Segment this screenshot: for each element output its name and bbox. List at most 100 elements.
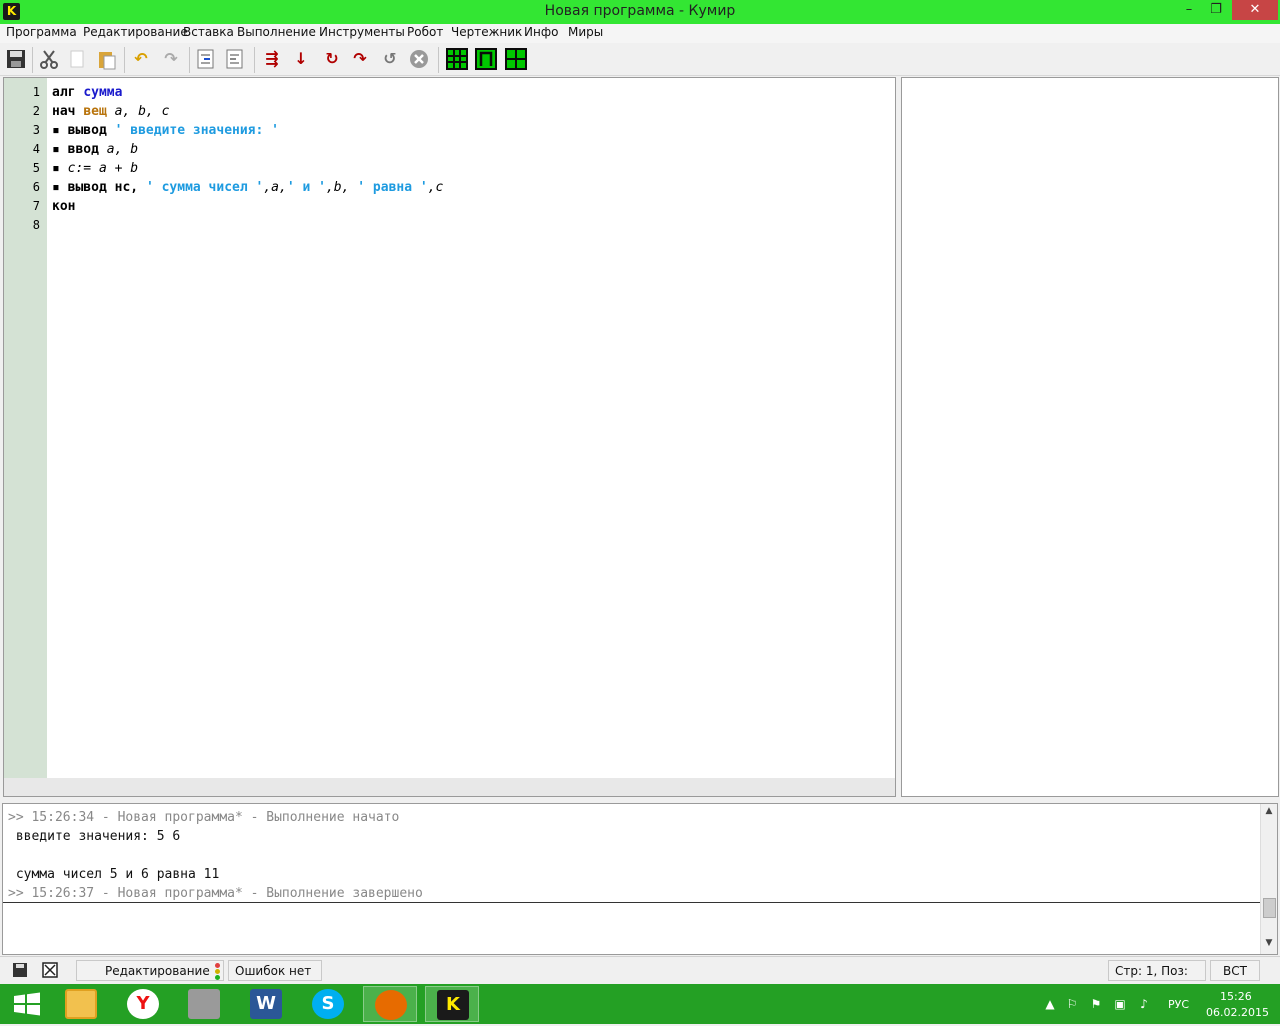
step-into-icon[interactable]: ↷ bbox=[349, 48, 371, 70]
paste-icon[interactable] bbox=[96, 48, 118, 70]
firefox-icon[interactable] bbox=[363, 986, 417, 1022]
status-bar: Редактирование Ошибок нет Стр: 1, Поз: 1… bbox=[0, 956, 1280, 999]
status-light-icon bbox=[213, 962, 221, 980]
copy-icon[interactable] bbox=[66, 48, 88, 70]
menu-program[interactable]: Программа bbox=[6, 25, 77, 39]
step-over-icon[interactable]: ↻ bbox=[321, 48, 343, 70]
menu-insert[interactable]: Вставка bbox=[183, 25, 234, 39]
line-number: 5 bbox=[32, 161, 40, 175]
clock-time[interactable]: 15:26 bbox=[1220, 990, 1252, 1003]
variables: a, b, c bbox=[114, 104, 170, 119]
string-literal: ' сумма чисел ' bbox=[145, 180, 264, 195]
undo-icon[interactable]: ↶ bbox=[130, 48, 152, 70]
menu-drawer[interactable]: Чертежник bbox=[451, 25, 522, 39]
output-console[interactable]: >> 15:26:34 - Новая программа* - Выполне… bbox=[2, 803, 1278, 955]
code-line: кон bbox=[52, 199, 75, 214]
menu-tools[interactable]: Инструменты bbox=[319, 25, 405, 39]
string-literal: ' и ' bbox=[286, 180, 326, 195]
variables: ,c bbox=[427, 180, 444, 195]
robot-field-icon[interactable] bbox=[446, 48, 468, 70]
keyword: вывод bbox=[67, 123, 107, 138]
menu-info[interactable]: Инфо bbox=[524, 25, 558, 39]
line-number: 8 bbox=[32, 218, 40, 232]
code-editor[interactable]: 1 2 3 4 5 6 7 8 алг сумма нач вещ a, b, … bbox=[3, 77, 896, 797]
menu-run[interactable]: Выполнение bbox=[237, 25, 316, 39]
code-line: ▪ ввод a, b bbox=[52, 142, 138, 157]
line-number-gutter: 1 2 3 4 5 6 7 8 bbox=[4, 78, 47, 778]
insert-mode-indicator: ВСТ bbox=[1210, 960, 1260, 981]
assignment-expression: c:= a + b bbox=[67, 161, 139, 176]
scroll-thumb[interactable] bbox=[1263, 898, 1276, 918]
line-number: 1 bbox=[32, 85, 40, 99]
kumir-icon[interactable]: K bbox=[425, 986, 479, 1022]
keyword: нач bbox=[52, 104, 76, 119]
console-line: введите значения: 5 6 bbox=[8, 829, 181, 844]
console-input-separator bbox=[3, 902, 1261, 903]
toolbar-separator bbox=[254, 47, 255, 73]
menu-edit[interactable]: Редактирование bbox=[83, 25, 188, 39]
console-vertical-scrollbar[interactable]: ▲ ▼ bbox=[1260, 804, 1277, 954]
toolbar-separator bbox=[124, 47, 125, 73]
tray-flag-icon[interactable]: ⚑ bbox=[1088, 996, 1104, 1012]
line-number: 7 bbox=[32, 199, 40, 213]
toolbar: ↶ ↷ ⇶ ↓ ↻ ↷ ↺ bbox=[0, 43, 1280, 76]
line-number: 6 bbox=[32, 180, 40, 194]
cursor-position: Стр: 1, Поз: 1 bbox=[1108, 960, 1206, 999]
drawer-icon[interactable] bbox=[475, 48, 497, 70]
toolbar-separator bbox=[189, 47, 190, 73]
string-literal: ' введите значения: ' bbox=[114, 123, 279, 138]
minimize-button[interactable]: – bbox=[1176, 0, 1202, 20]
keyword: алг bbox=[52, 85, 76, 100]
string-literal: ' равна ' bbox=[357, 180, 428, 195]
toolbar-separator bbox=[438, 47, 439, 73]
environment-pane[interactable] bbox=[901, 77, 1279, 797]
tray-monitor-icon[interactable]: ▣ bbox=[1112, 996, 1128, 1012]
skype-icon[interactable]: S bbox=[301, 986, 355, 1022]
algorithm-name: сумма bbox=[83, 85, 123, 100]
console-line: >> 15:26:34 - Новая программа* - Выполне… bbox=[8, 810, 400, 825]
variables: ,b, bbox=[325, 180, 350, 195]
mode-indicator: Редактирование bbox=[76, 960, 224, 981]
errors-indicator: Ошибок нет bbox=[228, 960, 322, 981]
scroll-down-arrow-icon[interactable]: ▼ bbox=[1261, 938, 1277, 952]
editor-horizontal-scrollbar[interactable] bbox=[4, 778, 895, 796]
line-number: 4 bbox=[32, 142, 40, 156]
save-icon[interactable] bbox=[5, 48, 27, 70]
save-status-icon[interactable] bbox=[11, 962, 29, 979]
file-explorer-icon[interactable] bbox=[54, 986, 108, 1022]
windows-start-icon[interactable] bbox=[0, 986, 54, 1022]
redo-icon[interactable]: ↷ bbox=[160, 48, 182, 70]
stop-icon[interactable] bbox=[408, 48, 430, 70]
cut-icon[interactable] bbox=[38, 48, 60, 70]
robot-grid-icon[interactable] bbox=[505, 48, 527, 70]
run-icon[interactable]: ⇶ bbox=[261, 48, 283, 70]
tray-expand-icon[interactable]: ▲ bbox=[1042, 996, 1058, 1012]
bullet-marker: ▪ bbox=[52, 123, 60, 138]
bullet-marker: ▪ bbox=[52, 142, 60, 157]
maximize-button[interactable]: ❐ bbox=[1203, 0, 1229, 20]
variables: ,a, bbox=[263, 180, 287, 195]
code-line: ▪ вывод нс, ' сумма чисел ',a,' и ',b, '… bbox=[52, 180, 443, 195]
word-icon[interactable]: W bbox=[239, 986, 293, 1022]
code-line: ▪ вывод ' введите значения: ' bbox=[52, 123, 279, 138]
run-step-icon[interactable]: ↓ bbox=[290, 48, 312, 70]
title-bar: K Новая программа - Кумир – ❐ ✕ bbox=[0, 0, 1280, 24]
yandex-browser-icon[interactable]: Y bbox=[116, 986, 170, 1022]
tray-network-status-icon[interactable]: ⚐ bbox=[1064, 996, 1080, 1012]
menu-worlds[interactable]: Миры bbox=[568, 25, 603, 39]
scroll-up-arrow-icon[interactable]: ▲ bbox=[1261, 806, 1277, 820]
clock-date[interactable]: 06.02.2015 bbox=[1206, 1006, 1269, 1019]
indent-icon[interactable] bbox=[195, 48, 217, 70]
tray-volume-icon[interactable]: ♪ bbox=[1136, 996, 1152, 1012]
close-button[interactable]: ✕ bbox=[1232, 0, 1278, 20]
line-number: 3 bbox=[32, 123, 40, 137]
unindent-icon[interactable] bbox=[224, 48, 246, 70]
keyword: нс, bbox=[114, 180, 139, 195]
app-grid-icon[interactable] bbox=[177, 986, 231, 1022]
input-language[interactable]: РУС bbox=[1168, 998, 1189, 1011]
variables: a, b bbox=[106, 142, 139, 157]
step-out-icon[interactable]: ↺ bbox=[379, 48, 401, 70]
menu-robot[interactable]: Робот bbox=[407, 25, 443, 39]
close-document-icon[interactable] bbox=[41, 962, 59, 979]
toolbar-separator bbox=[32, 47, 33, 73]
